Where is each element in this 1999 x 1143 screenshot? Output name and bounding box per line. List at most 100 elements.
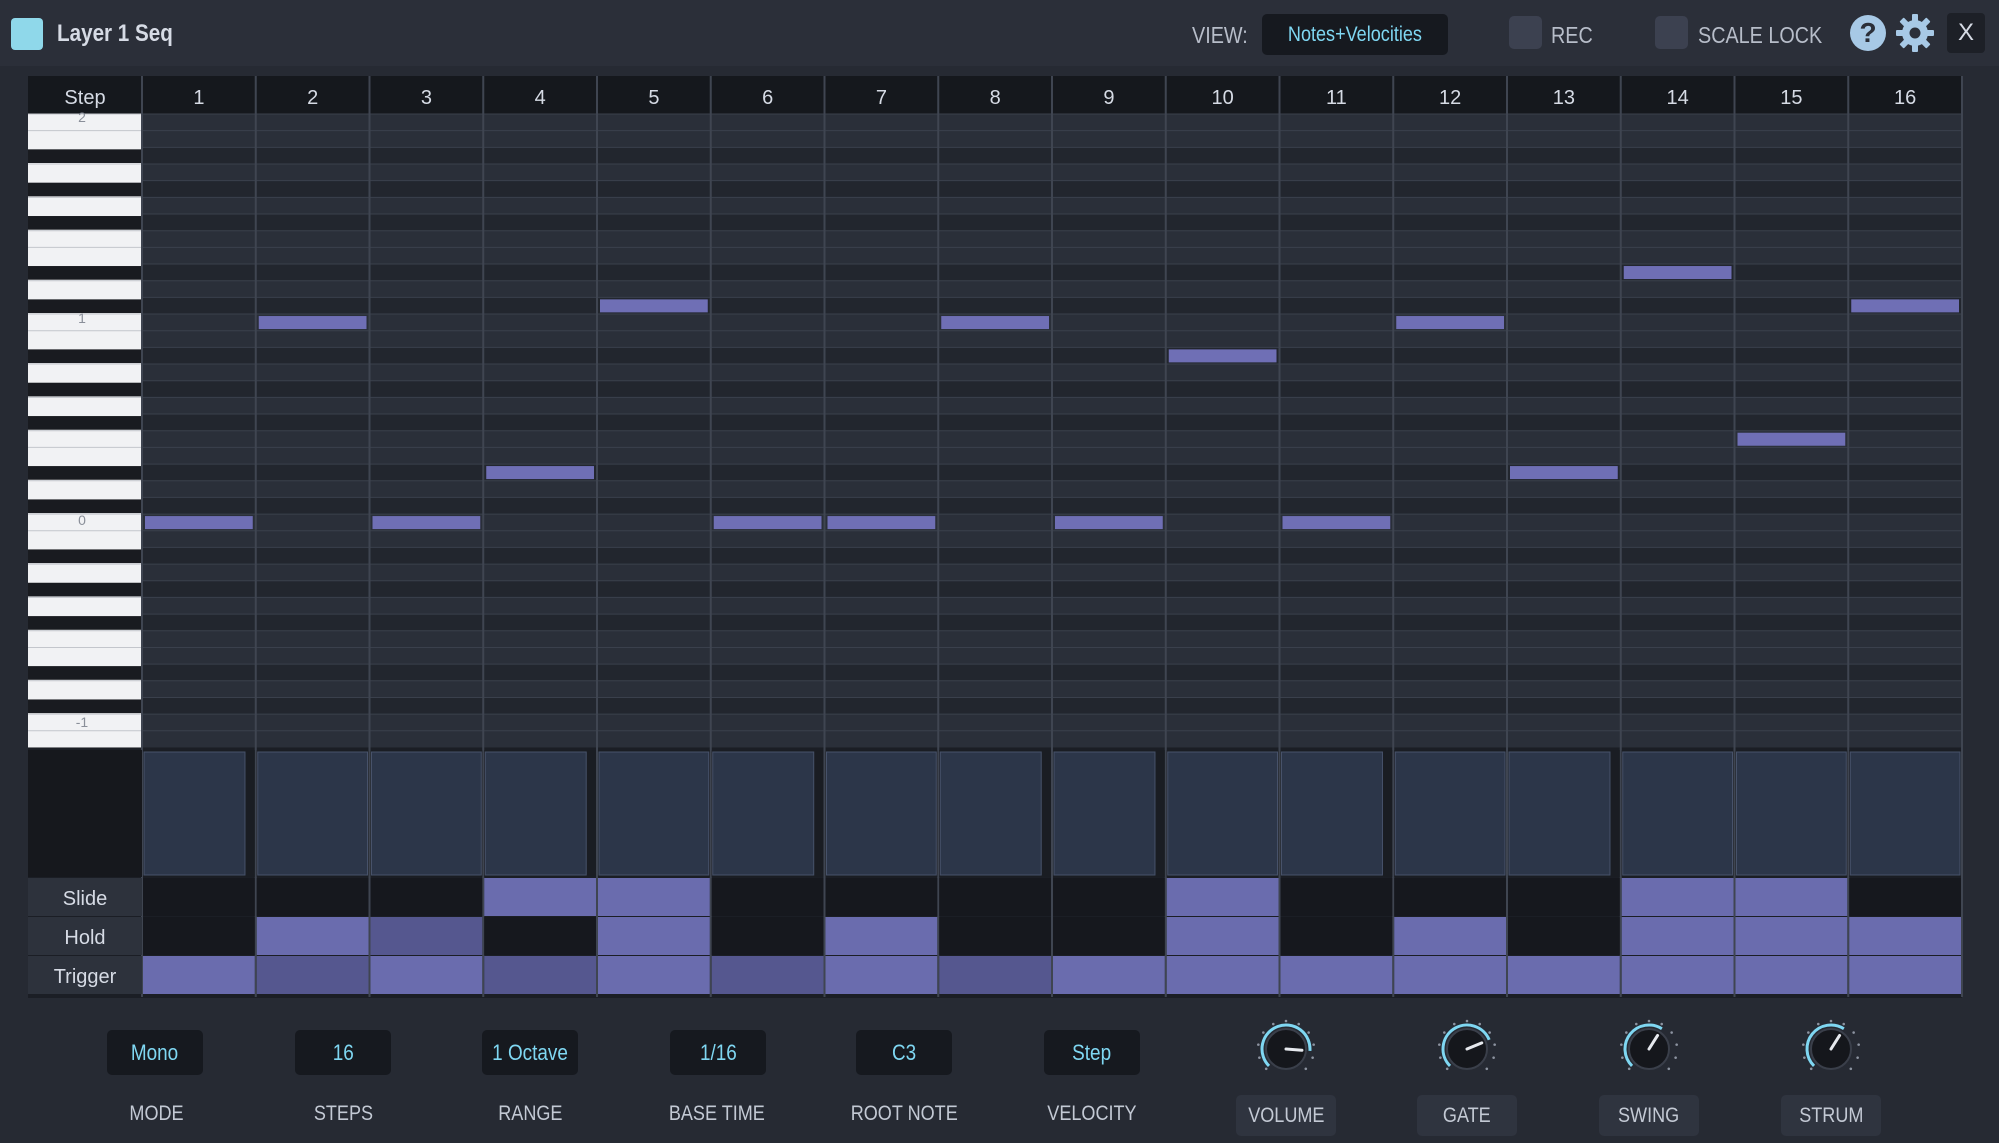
root-note-button[interactable]: C3	[856, 1030, 952, 1075]
note-step-6[interactable]	[713, 516, 822, 530]
trigger-cell-step-9[interactable]	[1053, 956, 1165, 994]
hold-cell-step-12[interactable]	[1394, 917, 1506, 955]
swing-knob[interactable]	[1618, 1018, 1680, 1080]
velocity-bar-step-1[interactable]	[143, 751, 246, 876]
slide-cell-step-7[interactable]	[825, 878, 938, 916]
hold-cell-step-10[interactable]	[1166, 917, 1279, 955]
hold-cell-step-8[interactable]	[939, 917, 1051, 955]
piano-black-key[interactable]	[28, 182, 142, 197]
note-step-14[interactable]	[1623, 266, 1732, 280]
range-button[interactable]: 1 Octave	[482, 1030, 578, 1075]
note-step-16[interactable]	[1851, 299, 1959, 313]
velocity-bar-step-8[interactable]	[939, 751, 1042, 876]
trigger-cell-step-6[interactable]	[711, 956, 824, 994]
slide-cell-step-5[interactable]	[598, 878, 710, 916]
piano-black-key[interactable]	[28, 416, 142, 430]
slide-cell-step-12[interactable]	[1394, 878, 1506, 916]
strum-knob[interactable]	[1800, 1018, 1862, 1080]
hold-cell-step-2[interactable]	[256, 917, 369, 955]
mode-button[interactable]: Mono	[107, 1030, 203, 1075]
velocity-bar-step-7[interactable]	[826, 751, 937, 876]
velocity-bar-step-4[interactable]	[484, 751, 587, 876]
trigger-cell-step-3[interactable]	[370, 956, 483, 994]
trigger-cell-step-16[interactable]	[1849, 956, 1961, 994]
slide-cell-step-1[interactable]	[143, 878, 255, 916]
note-step-2[interactable]	[258, 316, 367, 330]
trigger-cell-step-7[interactable]	[825, 956, 938, 994]
base-time-button[interactable]: 1/16	[670, 1030, 766, 1075]
note-step-7[interactable]	[827, 516, 936, 530]
hold-cell-step-4[interactable]	[484, 917, 596, 955]
trigger-cell-step-5[interactable]	[598, 956, 710, 994]
trigger-cell-step-4[interactable]	[484, 956, 596, 994]
note-step-3[interactable]	[372, 516, 481, 530]
slide-cell-step-4[interactable]	[484, 878, 596, 916]
trigger-cell-step-13[interactable]	[1508, 956, 1620, 994]
piano-black-key[interactable]	[28, 666, 142, 680]
note-step-8[interactable]	[941, 316, 1049, 330]
trigger-cell-step-12[interactable]	[1394, 956, 1506, 994]
slide-cell-step-13[interactable]	[1508, 878, 1620, 916]
velocity-bar-step-9[interactable]	[1053, 751, 1156, 876]
velocity-bar-step-5[interactable]	[598, 751, 710, 876]
velocity-bar-step-15[interactable]	[1736, 751, 1847, 876]
piano-black-key[interactable]	[28, 616, 142, 630]
slide-cell-step-11[interactable]	[1280, 878, 1393, 916]
piano-black-key[interactable]	[28, 466, 142, 480]
velocity-bar-step-12[interactable]	[1394, 751, 1506, 876]
piano-black-key[interactable]	[28, 349, 142, 364]
hold-cell-step-16[interactable]	[1849, 917, 1961, 955]
slide-cell-step-14[interactable]	[1621, 878, 1734, 916]
trigger-cell-step-1[interactable]	[143, 956, 255, 994]
slide-cell-step-3[interactable]	[370, 878, 483, 916]
note-step-4[interactable]	[486, 466, 594, 480]
velocity-bar-step-13[interactable]	[1508, 751, 1611, 876]
velocity-bar-step-3[interactable]	[371, 751, 482, 876]
note-step-12[interactable]	[1396, 316, 1504, 330]
piano-black-key[interactable]	[28, 582, 142, 597]
slide-cell-step-2[interactable]	[256, 878, 369, 916]
hold-cell-step-14[interactable]	[1621, 917, 1734, 955]
velocity-button[interactable]: Step	[1044, 1030, 1140, 1075]
trigger-cell-step-15[interactable]	[1735, 956, 1848, 994]
hold-cell-step-11[interactable]	[1280, 917, 1393, 955]
velocity-bar-step-16[interactable]	[1849, 751, 1961, 876]
volume-knob[interactable]	[1255, 1018, 1317, 1080]
trigger-cell-step-8[interactable]	[939, 956, 1051, 994]
note-step-11[interactable]	[1282, 516, 1391, 530]
velocity-bar-step-11[interactable]	[1281, 751, 1383, 876]
velocity-bar-step-10[interactable]	[1167, 751, 1278, 876]
trigger-cell-step-11[interactable]	[1280, 956, 1393, 994]
note-step-10[interactable]	[1168, 349, 1277, 363]
hold-cell-step-1[interactable]	[143, 917, 255, 955]
slide-cell-step-16[interactable]	[1849, 878, 1961, 916]
slide-cell-step-6[interactable]	[711, 878, 824, 916]
piano-black-key[interactable]	[28, 549, 142, 564]
trigger-cell-step-10[interactable]	[1166, 956, 1279, 994]
hold-cell-step-15[interactable]	[1735, 917, 1848, 955]
hold-cell-step-7[interactable]	[825, 917, 938, 955]
hold-cell-step-13[interactable]	[1508, 917, 1620, 955]
slide-cell-step-9[interactable]	[1053, 878, 1165, 916]
note-step-5[interactable]	[600, 299, 708, 313]
note-step-15[interactable]	[1737, 432, 1846, 446]
hold-cell-step-5[interactable]	[598, 917, 710, 955]
gate-knob[interactable]	[1436, 1018, 1498, 1080]
slide-cell-step-10[interactable]	[1166, 878, 1279, 916]
hold-cell-step-6[interactable]	[711, 917, 824, 955]
steps-button[interactable]: 16	[295, 1030, 391, 1075]
note-step-9[interactable]	[1055, 516, 1163, 530]
slide-cell-step-8[interactable]	[939, 878, 1051, 916]
hold-cell-step-9[interactable]	[1053, 917, 1165, 955]
note-step-13[interactable]	[1510, 466, 1618, 480]
note-step-1[interactable]	[145, 516, 253, 530]
trigger-cell-step-2[interactable]	[256, 956, 369, 994]
piano-black-key[interactable]	[28, 382, 142, 397]
hold-cell-step-3[interactable]	[370, 917, 483, 955]
piano-black-key[interactable]	[28, 699, 142, 714]
trigger-cell-step-14[interactable]	[1621, 956, 1734, 994]
velocity-bar-step-6[interactable]	[712, 751, 815, 876]
piano-black-key[interactable]	[28, 266, 142, 280]
slide-cell-step-15[interactable]	[1735, 878, 1848, 916]
velocity-bar-step-2[interactable]	[257, 751, 368, 876]
